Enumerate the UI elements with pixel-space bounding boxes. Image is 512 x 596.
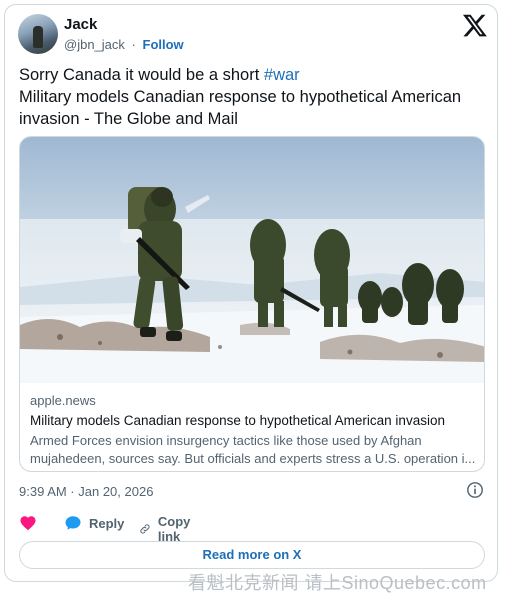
reply-label: Reply (89, 515, 125, 531)
hashtag-link[interactable]: #war (264, 66, 300, 84)
link-domain: apple.news (30, 393, 96, 408)
link-description: Armed Forces envision insurgency tactics… (30, 433, 476, 466)
link-card-meta: apple.news Military models Canadian resp… (30, 393, 476, 467)
info-icon[interactable] (466, 481, 484, 499)
tweet-text: Sorry Canada it would be a short #war Mi… (19, 64, 489, 130)
reply-button[interactable]: Reply (64, 514, 124, 532)
copy-link-button[interactable]: Copy link (139, 514, 197, 544)
timestamp[interactable]: 9:39 AM · Jan 20, 2026 (19, 484, 153, 499)
author-name[interactable]: Jack (64, 16, 97, 33)
link-icon (140, 524, 150, 534)
watermark-text: 看魁北克新闻 请上SinoQuebec.com (188, 573, 487, 593)
separator-dot: · (131, 37, 136, 52)
speech-bubble-icon (65, 516, 81, 530)
heart-icon (20, 516, 36, 531)
article-photo[interactable] (20, 137, 485, 383)
link-preview-card[interactable]: apple.news Military models Canadian resp… (19, 136, 485, 472)
avatar[interactable] (18, 14, 58, 54)
x-logo-icon[interactable] (462, 12, 488, 38)
handle-row: @jbn_jack · Follow (64, 37, 184, 52)
copy-link-label: Copy link (157, 514, 191, 544)
follow-button[interactable]: Follow (143, 37, 184, 52)
author-handle[interactable]: @jbn_jack (64, 37, 125, 52)
link-title[interactable]: Military models Canadian response to hyp… (30, 413, 476, 428)
read-more-button[interactable]: Read more on X (19, 541, 485, 569)
tweet-line-1: Sorry Canada it would be a short (19, 66, 264, 84)
tweet-line-2: Military models Canadian response to hyp… (19, 88, 462, 128)
like-button[interactable] (19, 514, 37, 532)
